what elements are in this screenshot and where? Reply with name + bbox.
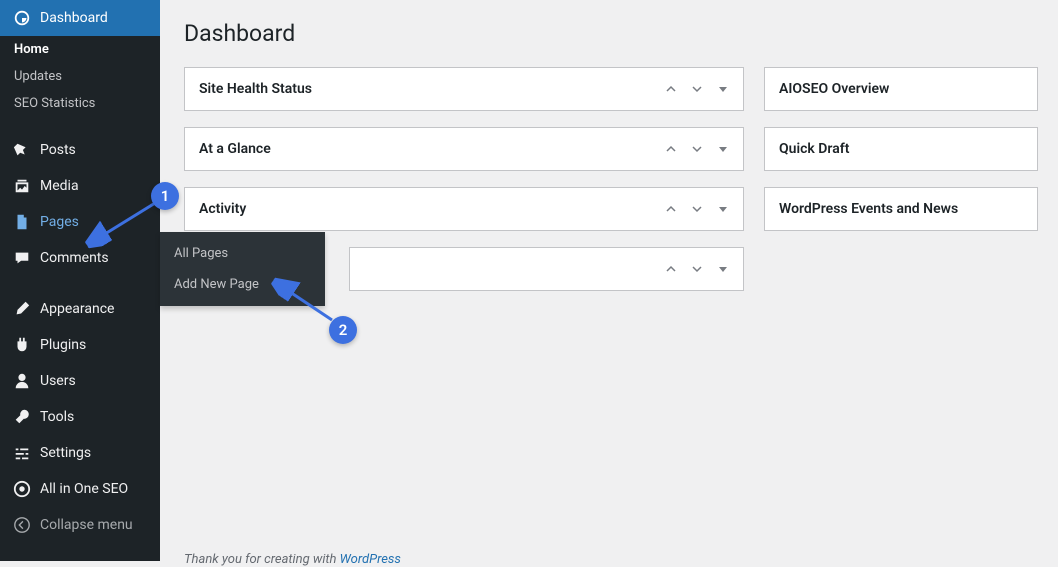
panel-site-health[interactable]: Site Health Status (184, 67, 744, 111)
sidebar-sub-home[interactable]: Home (0, 36, 160, 63)
move-up-icon[interactable] (665, 143, 677, 155)
move-up-icon[interactable] (665, 203, 677, 215)
sidebar-item-label: Plugins (40, 337, 86, 353)
toggle-icon[interactable] (717, 203, 729, 215)
sidebar-sub-updates[interactable]: Updates (0, 63, 160, 90)
sidebar-item-plugins[interactable]: Plugins (0, 327, 160, 363)
user-icon (12, 371, 32, 391)
panel-title: At a Glance (199, 141, 271, 157)
move-down-icon[interactable] (691, 83, 703, 95)
panel-controls (665, 203, 729, 215)
wrench-icon (12, 407, 32, 427)
sidebar-item-posts[interactable]: Posts (0, 132, 160, 168)
sidebar-item-users[interactable]: Users (0, 363, 160, 399)
sidebar-item-comments[interactable]: Comments (0, 240, 160, 276)
move-up-icon[interactable] (665, 263, 677, 275)
sidebar-item-appearance[interactable]: Appearance (0, 291, 160, 327)
panel-title: Quick Draft (779, 141, 849, 157)
panel-blank[interactable] (349, 247, 744, 291)
footer-prefix: Thank you for creating with (184, 552, 340, 567)
panel-aioseo-overview[interactable]: AIOSEO Overview (764, 67, 1038, 111)
sidebar-item-label: Tools (40, 409, 74, 425)
plug-icon (12, 335, 32, 355)
panel-title: WordPress Events and News (779, 201, 958, 217)
sidebar-item-label: All in One SEO (40, 481, 128, 497)
move-down-icon[interactable] (691, 263, 703, 275)
sliders-icon (12, 443, 32, 463)
dashboard-icon (12, 8, 32, 28)
sidebar-item-label: Media (40, 178, 79, 194)
panel-title: Site Health Status (199, 81, 312, 97)
move-up-icon[interactable] (665, 83, 677, 95)
sidebar-item-label: Appearance (40, 301, 114, 317)
collapse-icon (12, 515, 32, 535)
footer-credit: Thank you for creating with WordPress (184, 552, 401, 567)
sidebar-item-dashboard[interactable]: Dashboard (0, 0, 160, 36)
footer-wordpress-link[interactable]: WordPress (340, 552, 401, 567)
page-icon (12, 212, 32, 232)
comment-icon (12, 248, 32, 268)
panel-title: Activity (199, 201, 246, 217)
toggle-icon[interactable] (717, 263, 729, 275)
panel-controls (665, 143, 729, 155)
sidebar-item-settings[interactable]: Settings (0, 435, 160, 471)
dashboard-columns: Site Health Status At a Glance Activity (184, 67, 1038, 307)
sidebar-sub-seo-statistics[interactable]: SEO Statistics (0, 90, 160, 117)
right-column: AIOSEO Overview Quick Draft WordPress Ev… (764, 67, 1038, 307)
pin-icon (12, 140, 32, 160)
main-content: Dashboard Site Health Status At a Glance (160, 0, 1058, 327)
sidebar-item-label: Posts (40, 142, 76, 158)
sidebar-item-label: Settings (40, 445, 91, 461)
separator (0, 122, 160, 127)
sidebar-item-label: Users (40, 373, 76, 389)
sidebar-item-media[interactable]: Media (0, 168, 160, 204)
separator (0, 281, 160, 286)
panel-at-a-glance[interactable]: At a Glance (184, 127, 744, 171)
sidebar-item-pages[interactable]: Pages (0, 204, 160, 240)
move-down-icon[interactable] (691, 143, 703, 155)
page-title: Dashboard (184, 20, 1038, 47)
sidebar-item-label: Comments (40, 250, 109, 266)
panel-quick-draft[interactable]: Quick Draft (764, 127, 1038, 171)
aioseo-icon (12, 479, 32, 499)
toggle-icon[interactable] (717, 143, 729, 155)
left-column: Site Health Status At a Glance Activity (184, 67, 744, 307)
sidebar-item-tools[interactable]: Tools (0, 399, 160, 435)
sidebar-item-label: Pages (40, 214, 79, 230)
admin-sidebar: Dashboard Home Updates SEO Statistics Po… (0, 0, 160, 561)
panel-controls (665, 83, 729, 95)
sidebar-item-label: Collapse menu (40, 517, 133, 533)
annotation-badge-2: 2 (329, 316, 357, 344)
annotation-badge-1: 1 (151, 182, 179, 210)
sidebar-item-aioseo[interactable]: All in One SEO (0, 471, 160, 507)
sidebar-item-collapse[interactable]: Collapse menu (0, 507, 160, 543)
panel-activity[interactable]: Activity (184, 187, 744, 231)
panel-wp-events[interactable]: WordPress Events and News (764, 187, 1038, 231)
panel-title: AIOSEO Overview (779, 81, 889, 97)
move-down-icon[interactable] (691, 203, 703, 215)
media-icon (12, 176, 32, 196)
panel-controls (665, 263, 729, 275)
brush-icon (12, 299, 32, 319)
sidebar-item-label: Dashboard (40, 10, 108, 26)
toggle-icon[interactable] (717, 83, 729, 95)
